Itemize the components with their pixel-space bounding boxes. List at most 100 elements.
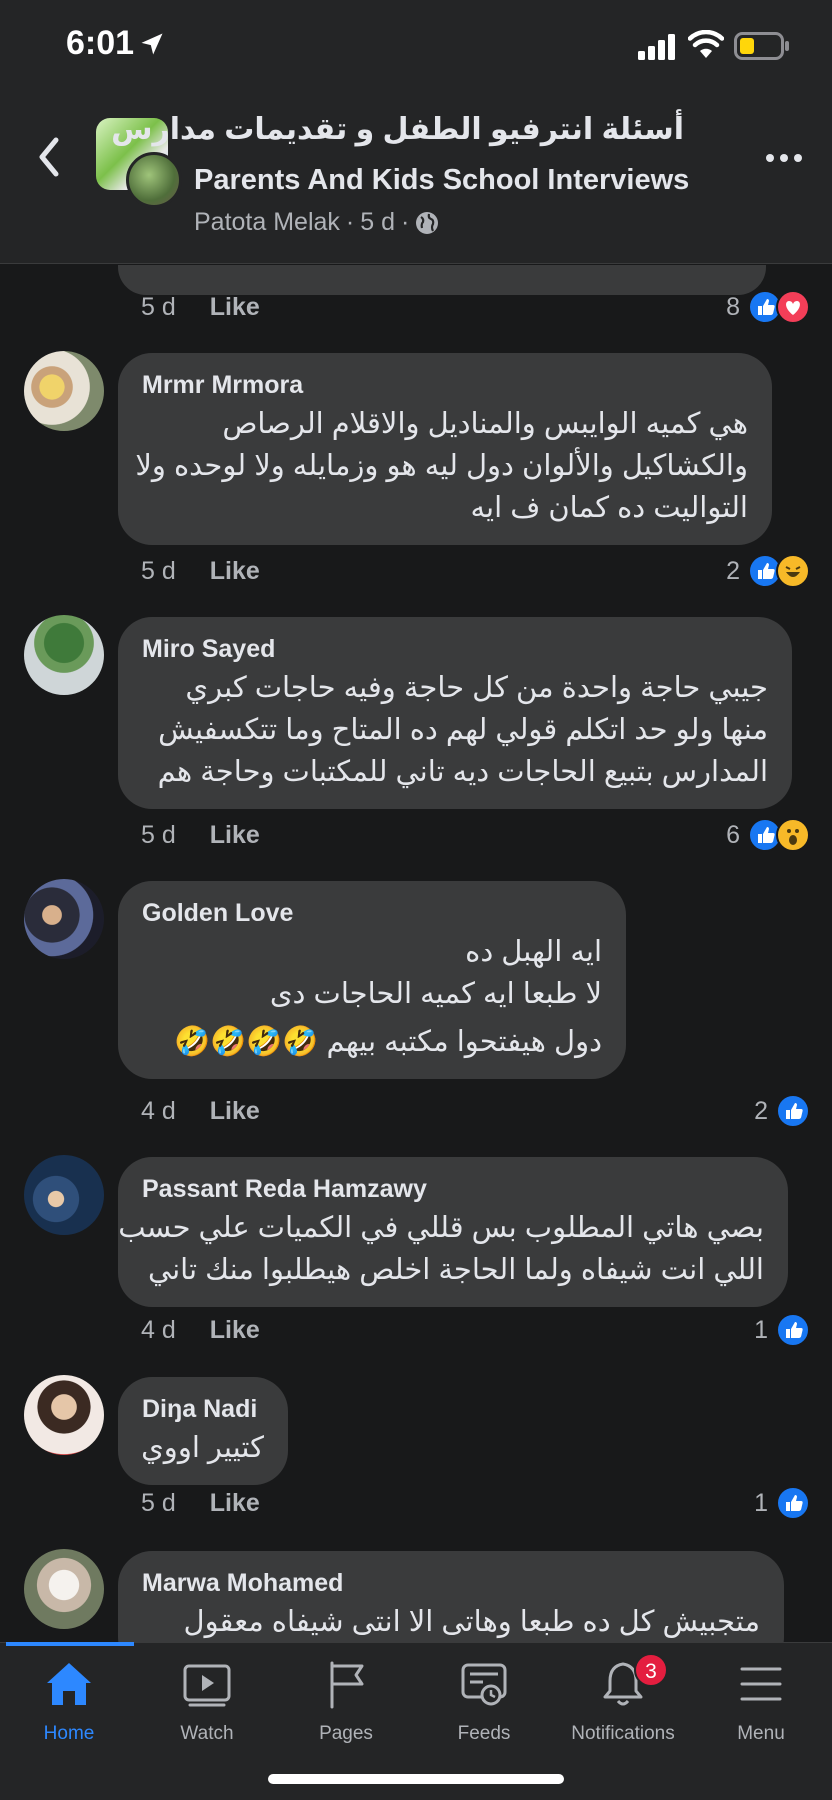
reaction-count: 1 [754, 1315, 768, 1344]
group-title-english[interactable]: Parents And Kids School Interviews [194, 164, 689, 197]
status-time: 6:01 [66, 24, 135, 62]
comment-text-line: بصي هاتي المطلوب بس قللي في الكميات علي … [118, 1212, 764, 1244]
comment-bubble[interactable]: Golden Love ايه الهبل ده لا طبعا ايه كمي… [118, 881, 626, 1079]
commenter-name[interactable]: Miro Sayed [142, 631, 768, 667]
commenter-avatar[interactable] [24, 879, 104, 959]
comment-bubble[interactable]: Passant Reda Hamzawy بصي هاتي المطلوب بس… [118, 1157, 788, 1307]
battery-icon [734, 32, 789, 60]
cellular-signal-icon [638, 34, 675, 60]
globe-icon [416, 211, 439, 234]
reactions-summary[interactable]: 1 [754, 1483, 810, 1523]
home-indicator[interactable] [268, 1774, 564, 1784]
reactions-summary[interactable]: 6 [726, 815, 810, 855]
love-reaction-icon [776, 290, 810, 324]
tab-label: Home [43, 1723, 95, 1744]
comment-time: 5 d [141, 820, 176, 849]
comment-text-line: منها ولو حد اتكلم قولي لهم ده المتاح وما… [158, 714, 768, 746]
tab-feeds[interactable]: Feeds [415, 1657, 553, 1757]
comment-bubble[interactable]: Mrmr Mrmora هي كميه الوايبس والمناديل وا… [118, 353, 772, 545]
reactions-summary[interactable]: 2 [754, 1091, 810, 1131]
like-link[interactable]: Like [210, 1489, 260, 1518]
author-name[interactable]: Patota Melak [194, 208, 340, 237]
tab-label: Feeds [457, 1723, 511, 1744]
back-chevron-icon[interactable] [32, 132, 64, 182]
comment-meta: 4 d Like [141, 1310, 260, 1350]
comment-text-line: ايه الهبل ده [465, 936, 602, 968]
commenter-name[interactable]: Golden Love [142, 895, 602, 931]
commenter-avatar[interactable] [24, 1375, 104, 1455]
separator: · [345, 208, 355, 236]
commenter-name[interactable]: Marwa Mohamed [142, 1565, 760, 1601]
reaction-count: 1 [754, 1488, 768, 1517]
tab-label: Watch [180, 1723, 234, 1744]
comment-text-line: التواليت ده كمان ف ايه [470, 492, 748, 524]
like-link[interactable]: Like [210, 1316, 260, 1345]
like-link[interactable]: Like [210, 293, 260, 322]
wow-reaction-icon [776, 818, 810, 852]
comment-text-line: لا طبعا ايه كميه الحاجات دى [269, 978, 602, 1010]
haha-reaction-icon [776, 554, 810, 588]
group-title-arabic[interactable]: أسئلة انترفيو الطفل و تقديمات مدارس [111, 112, 684, 147]
flag-icon [330, 1661, 364, 1709]
comment-bubble[interactable]: Miro Sayed جيبي حاجة واحدة من كل حاجة وف… [118, 617, 792, 809]
reactions-summary[interactable]: 2 [726, 551, 810, 591]
tab-home[interactable]: Home [0, 1657, 138, 1757]
group-post-header: أسئلة انترفيو الطفل و تقديمات مدارس Pare… [0, 92, 832, 264]
watch-icon [183, 1664, 231, 1707]
comment-text-line: هي كميه الوايبس والمناديل والاقلام الرصا… [222, 408, 748, 440]
comment-bubble[interactable]: Marwa Mohamed متجبيش كل ده طبعا وهاتى ال… [118, 1551, 784, 1642]
commenter-name[interactable]: Mrmr Mrmora [142, 367, 748, 403]
reactions-summary[interactable]: 1 [754, 1310, 810, 1350]
like-link[interactable]: Like [210, 557, 260, 586]
separator: · [401, 208, 410, 236]
comment-meta: 5 d Like [141, 551, 260, 591]
post-time: 5 d [360, 208, 396, 236]
like-reaction-icon [776, 1486, 810, 1520]
comment-time: 5 d [141, 292, 176, 321]
reaction-count: 2 [726, 556, 740, 585]
active-tab-indicator [6, 1642, 134, 1646]
comment-time: 5 d [141, 556, 176, 585]
commenter-avatar[interactable] [24, 351, 104, 431]
tab-watch[interactable]: Watch [138, 1657, 276, 1757]
commenter-avatar[interactable] [24, 1155, 104, 1235]
more-options-icon[interactable] [764, 150, 804, 166]
post-subtitle: Patota Melak · 5 d · [194, 208, 439, 237]
comment-meta: 4 d Like [141, 1091, 260, 1131]
menu-icon [740, 1667, 782, 1701]
tab-label: Pages [319, 1723, 373, 1744]
comment-meta: 5 d Like [141, 1483, 260, 1523]
comment-meta: 5 d Like [141, 815, 260, 855]
commenter-avatar[interactable] [24, 615, 104, 695]
comments-feed[interactable]: 5 d Like 8 Mrmr Mrmora هي كميه الوايبس و… [0, 265, 832, 1642]
commenter-avatar[interactable] [24, 1549, 104, 1629]
wifi-icon [688, 30, 724, 58]
comment-text-line: المدارس بتبيع الحاجات ديه تاني للمكتبات … [157, 756, 768, 788]
tab-menu[interactable]: Menu [692, 1657, 830, 1757]
like-link[interactable]: Like [210, 821, 260, 850]
like-link[interactable]: Like [210, 1097, 260, 1126]
author-avatar-small [126, 152, 182, 208]
comment-text-line: والكشاكيل والألوان دول ليه هو وزمايله ول… [135, 450, 748, 482]
commenter-name[interactable]: Diŋa Nadi [142, 1391, 264, 1427]
tab-label: Notifications [571, 1723, 675, 1744]
comment-text-line: دول هيفتحوا مكتبه بيهم 🤣🤣🤣🤣 [174, 1026, 602, 1058]
comment-text-line: جيبي حاجة واحدة من كل حاجة وفيه حاجات كب… [185, 672, 768, 704]
like-reaction-icon [776, 1094, 810, 1128]
tab-label: Menu [737, 1723, 785, 1744]
reaction-count: 8 [726, 292, 740, 321]
comment-time: 4 d [141, 1096, 176, 1125]
tab-pages[interactable]: Pages [277, 1657, 415, 1757]
reaction-count: 2 [754, 1096, 768, 1125]
tab-notifications[interactable]: 3 Notifications [554, 1653, 692, 1757]
comment-time: 4 d [141, 1315, 176, 1344]
commenter-name[interactable]: Passant Reda Hamzawy [142, 1171, 764, 1207]
status-bar: 6:01 [0, 0, 832, 92]
reactions-summary[interactable]: 8 [726, 287, 810, 327]
like-reaction-icon [776, 1313, 810, 1347]
comment-time: 5 d [141, 1488, 176, 1517]
home-icon [47, 1663, 91, 1705]
comment-text-line: كتيير اووي [141, 1432, 264, 1464]
comment-text-line: اللي انت شيفاه ولما الحاجة اخلص هيطلبوا … [147, 1254, 764, 1286]
comment-bubble[interactable]: Diŋa Nadi كتيير اووي [118, 1377, 288, 1485]
